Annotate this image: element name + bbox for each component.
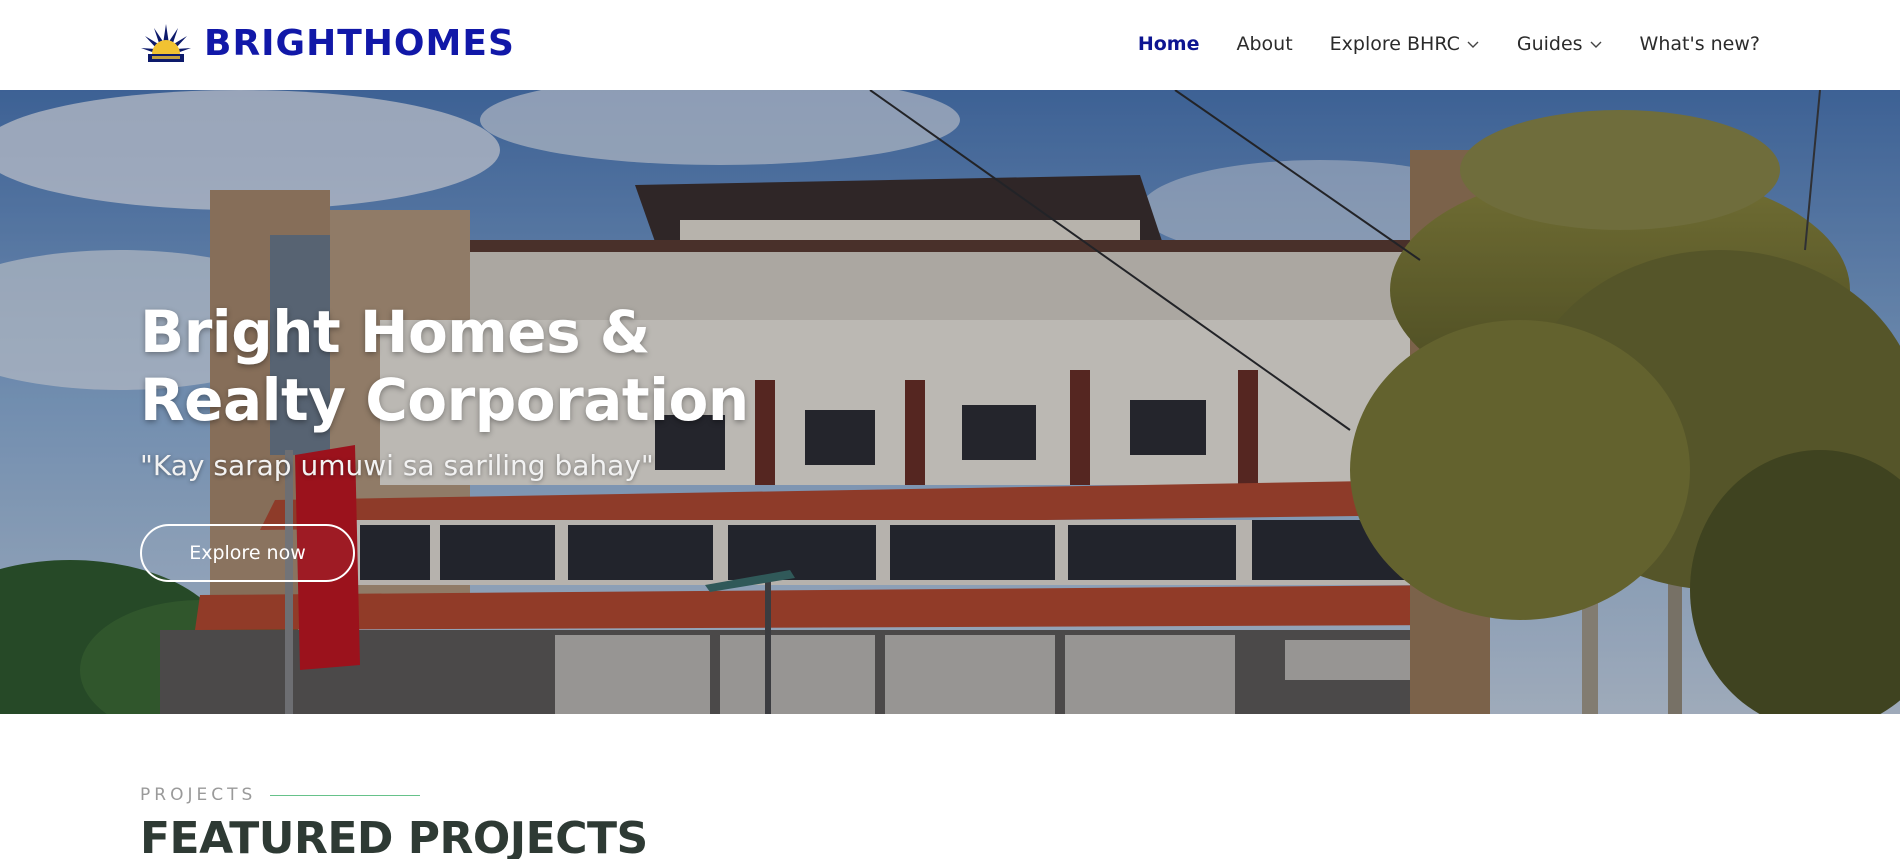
hero-banner: Bright Homes & Realty Corporation "Kay s… [0,90,1900,714]
nav-item-label: Home [1137,33,1200,55]
brand-name: BRIGHTHOMES [204,23,515,64]
section-eyebrow: PROJECTS [140,784,421,806]
chevron-down-icon [1467,41,1479,48]
nav-item-label: Guides [1516,33,1583,55]
nav-item-label: Explore BHRC [1329,33,1460,55]
hero-title-line-1: Bright Homes & [140,298,650,366]
hero-title: Bright Homes & Realty Corporation [140,298,900,434]
nav-item-label: What's new? [1639,33,1760,55]
nav-item-explore-bhrc[interactable]: Explore BHRC [1330,30,1480,58]
explore-now-button[interactable]: Explore now [140,524,355,582]
section-title: FEATURED PROJECTS [140,813,648,859]
hero-title-line-2: Realty Corporation [140,366,749,434]
eyebrow-label: PROJECTS [140,785,257,805]
hero-tagline: "Kay sarap umuwi sa sariling bahay" [140,449,654,482]
hero-content: Bright Homes & Realty Corporation "Kay s… [140,298,900,582]
main-navigation: Home About Explore BHRC Guides What's ne… [1138,30,1760,58]
site-header: BRIGHTHOMES Home About Explore BHRC Guid… [0,0,1900,90]
nav-item-home[interactable]: Home [1138,30,1200,58]
nav-item-whats-new[interactable]: What's new? [1640,30,1760,58]
chevron-down-icon [1590,41,1602,48]
sunburst-logo-icon [141,24,191,62]
brand-logo-link[interactable]: BRIGHTHOMES [140,22,515,66]
nav-item-about[interactable]: About [1236,30,1292,58]
eyebrow-divider [270,794,421,796]
nav-item-guides[interactable]: Guides [1517,30,1603,58]
projects-section: PROJECTS FEATURED PROJECTS [0,714,1900,859]
nav-item-label: About [1236,33,1293,55]
